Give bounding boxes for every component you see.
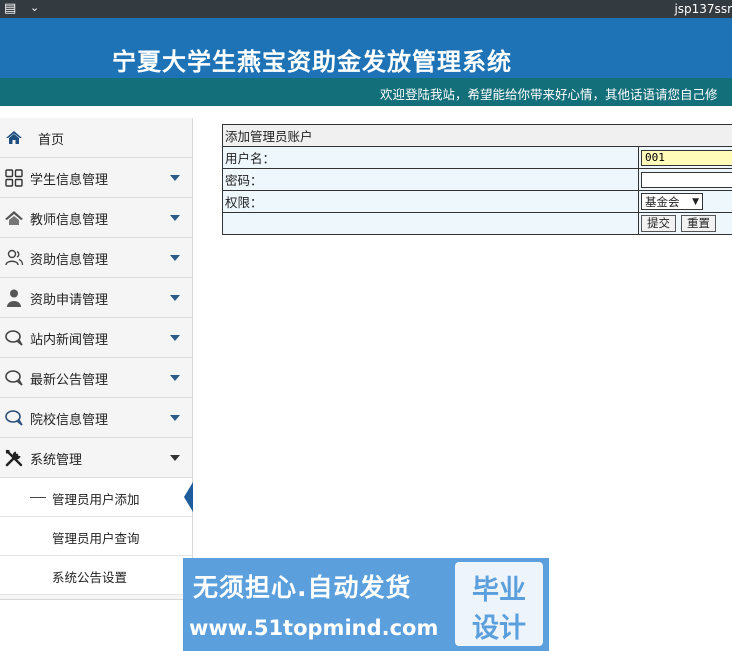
- sidebar-item-latest-notice[interactable]: 最新公告管理: [0, 358, 192, 398]
- username-label: 用户名：: [222, 146, 639, 169]
- chat-icon: [5, 410, 23, 426]
- role-selected-value: 基金会: [645, 195, 680, 209]
- sidebar-subitem-label: 管理员用户查询: [52, 531, 140, 546]
- password-input[interactable]: [641, 172, 732, 188]
- sidebar-subitem-admin-query[interactable]: 管理员用户查询: [0, 517, 192, 556]
- house-icon: [5, 211, 23, 225]
- sidebar-item-college-info[interactable]: 院校信息管理: [0, 398, 192, 438]
- caret-down-icon: [170, 295, 180, 301]
- caret-down-icon: [170, 215, 180, 221]
- sidebar-item-label: 学生信息管理: [30, 173, 109, 188]
- browser-top-bar: ▤ ⌄ jsp137ssr: [0, 0, 732, 18]
- sidebar-item-system[interactable]: 系统管理: [0, 438, 192, 478]
- dropdown-arrow-icon: ▼: [692, 197, 699, 207]
- watermark-url: www.51topmind.com: [189, 616, 439, 640]
- sidebar-item-student-info[interactable]: 学生信息管理: [0, 158, 192, 198]
- tree-connector: [30, 497, 46, 498]
- caret-down-icon: [170, 415, 180, 421]
- role-select[interactable]: 基金会 ▼: [641, 193, 703, 210]
- sidebar-item-label: 首页: [38, 133, 65, 148]
- sidebar-item-home[interactable]: 首页: [0, 118, 192, 158]
- caret-down-icon: [170, 335, 180, 341]
- users-icon: [5, 249, 24, 266]
- submit-button[interactable]: 提交: [641, 215, 676, 232]
- site-title: 宁夏大学生燕宝资助金发放管理系统: [112, 47, 512, 76]
- watermark-badge-line2: 设计: [472, 613, 526, 644]
- caret-down-icon: [170, 455, 180, 461]
- caret-down-icon: [170, 175, 180, 181]
- active-indicator-icon: [184, 482, 193, 512]
- sidebar-subitem-label: 系统公告设置: [52, 570, 128, 585]
- empty-cell: [222, 212, 639, 235]
- form-caption: 添加管理员账户: [222, 124, 732, 147]
- grid-icon: [5, 169, 23, 187]
- sidebar-item-site-news[interactable]: 站内新闻管理: [0, 318, 192, 358]
- sidebar-item-label: 最新公告管理: [30, 373, 109, 388]
- button-cell: 提交 重置: [638, 212, 732, 235]
- chat-icon: [5, 330, 23, 346]
- sidebar-subitem-label: 管理员用户添加: [52, 492, 140, 507]
- reset-button[interactable]: 重置: [681, 215, 716, 232]
- watermark-badge-line1: 毕业: [472, 575, 526, 606]
- sidebar-item-label: 院校信息管理: [30, 413, 109, 428]
- role-label: 权限：: [222, 190, 639, 213]
- sidebar-subitem-notice-settings[interactable]: 系统公告设置: [0, 556, 192, 595]
- watermark-slogan: 无须担心.自动发货: [193, 573, 412, 602]
- form-table: 添加管理员账户 用户名： 密码： 权限： 基金会 ▼: [222, 124, 732, 235]
- caret-down-icon: [170, 255, 180, 261]
- sidebar: 首页 学生信息管理 教师信息管理 资助信息管理 资助申请管理 站内新闻管理 最新…: [0, 118, 193, 600]
- watermark-banner: 无须担心.自动发货 www.51topmind.com 毕业 设计: [183, 558, 549, 651]
- sidebar-item-aid-application[interactable]: 资助申请管理: [0, 278, 192, 318]
- welcome-text: 欢迎登陆我站，希望能给你带来好心情，其他话语请您自己修: [380, 87, 718, 102]
- sidebar-item-label: 教师信息管理: [30, 213, 109, 228]
- window-icon[interactable]: ▤: [4, 2, 16, 16]
- sidebar-item-label: 资助信息管理: [30, 253, 109, 268]
- username-input[interactable]: [641, 150, 732, 166]
- role-cell: 基金会 ▼: [638, 190, 732, 213]
- welcome-bar: 欢迎登陆我站，希望能给你带来好心情，其他话语请您自己修: [0, 78, 732, 106]
- sidebar-item-label: 资助申请管理: [30, 293, 109, 308]
- password-label: 密码：: [222, 168, 639, 191]
- watermark-badge: 毕业 设计: [455, 562, 543, 646]
- home-icon: [6, 131, 22, 144]
- site-header: 宁夏大学生燕宝资助金发放管理系统: [0, 18, 732, 78]
- sidebar-item-teacher-info[interactable]: 教师信息管理: [0, 198, 192, 238]
- tools-icon: [5, 449, 23, 467]
- username-cell: [638, 146, 732, 169]
- password-cell: [638, 168, 732, 191]
- add-admin-form: 添加管理员账户 用户名： 密码： 权限： 基金会 ▼: [222, 124, 732, 235]
- sidebar-subitem-admin-add[interactable]: 管理员用户添加: [0, 478, 193, 517]
- person-icon: [7, 289, 21, 307]
- sidebar-item-aid-info[interactable]: 资助信息管理: [0, 238, 192, 278]
- caret-down-icon: [170, 375, 180, 381]
- sidebar-item-label: 站内新闻管理: [30, 333, 109, 348]
- chevron-down-icon[interactable]: ⌄: [30, 1, 39, 15]
- browser-tab-title: jsp137ssr: [674, 2, 732, 16]
- chat-icon: [5, 370, 23, 386]
- sidebar-item-label: 系统管理: [30, 453, 83, 468]
